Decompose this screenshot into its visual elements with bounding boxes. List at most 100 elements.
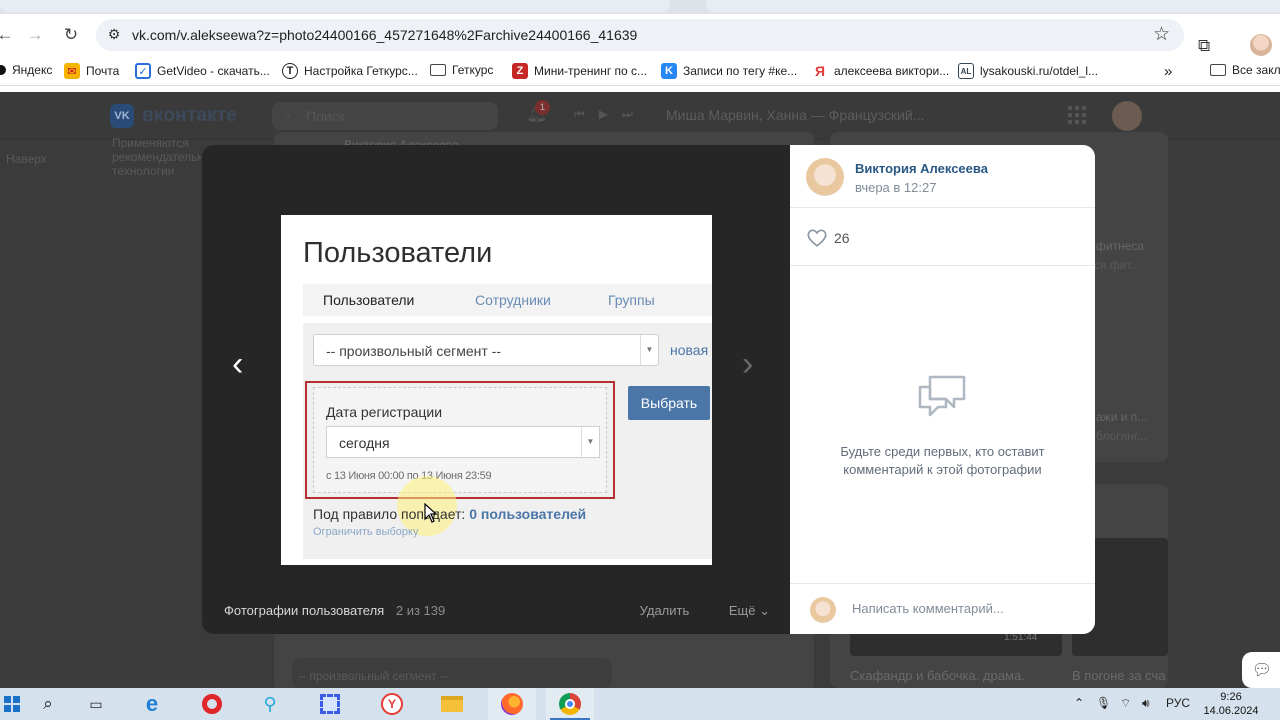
photo-tab-groups: Группы [608, 292, 655, 308]
tray-overflow-icon[interactable]: ⌃ [1074, 696, 1084, 710]
date-filter-select: сегодня ▼ [326, 426, 600, 458]
now-playing[interactable]: Миша Марвин, Ханна — Французский... [666, 107, 924, 123]
site-settings-icon[interactable]: ⚙ [106, 26, 122, 42]
chevron-down-icon: ▼ [581, 427, 599, 457]
bookmark-label: lysakouski.ru/otdel_l... [980, 64, 1099, 78]
bookmark-item[interactable]: K Записи по тегу #ке... [661, 63, 797, 79]
date-select-value: сегодня [339, 435, 390, 451]
back-icon[interactable]: ← [0, 22, 18, 48]
bookmark-star-icon[interactable]: ☆ [1153, 23, 1170, 46]
photo-page-title: Пользователи [303, 237, 493, 269]
photo-image[interactable]: Пользователи Пользователи Сотрудники Гру… [281, 215, 712, 565]
browser-tab[interactable] [706, 0, 1280, 12]
language-indicator[interactable]: РУС [1166, 696, 1190, 710]
task-view-icon[interactable]: ▭ [72, 688, 120, 720]
bookmark-item[interactable]: Яндекс [0, 63, 52, 77]
volume-icon[interactable]: 🔊︎ [1142, 696, 1150, 711]
file-explorer-icon[interactable] [428, 688, 476, 720]
more-bookmarks-icon[interactable]: » [1164, 63, 1172, 80]
reload-icon[interactable]: ↻ [58, 22, 84, 48]
windows-logo-icon [4, 696, 20, 712]
bookmark-item[interactable]: T Настройка Геткурс... [282, 63, 418, 79]
author-name[interactable]: Виктория Алексеева [855, 161, 988, 176]
red-highlight-frame: Дата регистрации сегодня ▼ с 13 Июня 00:… [305, 381, 615, 499]
tab-strip [0, 0, 1280, 14]
browser-tab-active[interactable] [0, 0, 670, 12]
clock-time: 9:26 [1220, 691, 1242, 703]
player-controls[interactable]: ⏮▶⏭ [574, 107, 647, 122]
comment-input[interactable]: Написать комментарий... [852, 601, 1004, 616]
bookmark-item[interactable]: AL lysakouski.ru/otdel_l... [958, 63, 1098, 79]
limit-selection-link: Ограничить выборку [313, 526, 419, 538]
messages-bubble-icon[interactable]: 💬︎ [1242, 652, 1280, 688]
bookmarks-bar: Яндекс ✉ Почта ✓ GetVideo - скачать... T… [0, 58, 1280, 86]
date-filter-block: Дата регистрации сегодня ▼ с 13 Июня 00:… [313, 387, 607, 493]
album-link[interactable]: Фотографии пользователя [224, 603, 384, 618]
forward-icon[interactable]: → [22, 22, 48, 48]
start-button[interactable] [0, 688, 24, 720]
bookmark-folder[interactable]: Геткурс [430, 63, 493, 77]
bookmark-label: Записи по тегу #ке... [683, 64, 798, 78]
bookmark-label: Геткурс [452, 63, 494, 77]
wifi-icon[interactable]: ⌔ [1120, 696, 1131, 711]
all-bookmarks[interactable]: Все закл [1210, 63, 1280, 77]
bg-text: Применяются [112, 136, 189, 150]
browser-toolbar: ← → ↻ ⚙ vk.com/v.alekseewa?z=photo244001… [0, 14, 1280, 58]
rule-count: 0 пользователей [469, 506, 587, 522]
bg-text: ажи и п... [1096, 410, 1148, 424]
yandex-browser-icon[interactable]: Y [368, 688, 416, 720]
profile-avatar[interactable] [1250, 34, 1272, 56]
next-photo-icon[interactable]: › [742, 347, 753, 381]
address-bar[interactable]: ⚙ vk.com/v.alekseewa?z=photo24400166_457… [96, 19, 1184, 51]
date-filter-label: Дата регистрации [326, 404, 443, 420]
url-text[interactable]: vk.com/v.alekseewa?z=photo24400166_45727… [132, 27, 637, 43]
chrome-icon[interactable] [546, 688, 594, 720]
search-icon: ⌕ [284, 108, 292, 123]
bookmark-label: Яндекс [12, 63, 53, 77]
taskbar-clock[interactable]: 9:26 14.06.2024 [1200, 690, 1262, 718]
bg-text: фитнеса [1096, 239, 1145, 253]
bookmark-label: Все закл [1232, 63, 1280, 77]
photo-side-panel: Виктория Алексеева вчера в 12:27 26 Будь… [790, 145, 1095, 634]
opera-icon[interactable] [188, 688, 236, 720]
notifications-bell-icon[interactable]: 🔔︎ 1 [526, 100, 550, 126]
twinkle-tray-icon[interactable]: ⚲ [246, 688, 294, 720]
delete-button[interactable]: Удалить [640, 603, 690, 618]
snipping-tool-icon[interactable] [306, 688, 354, 720]
vk-search-input[interactable]: ⌕ Поиск [272, 102, 498, 130]
divider [790, 583, 1095, 584]
bg-text: В погоне за сча [1072, 668, 1166, 683]
mouse-cursor-icon [424, 503, 438, 523]
extensions-icon[interactable]: ⧉ [1198, 36, 1210, 56]
bookmark-item[interactable]: ✉ Почта [64, 63, 119, 79]
author-avatar[interactable] [806, 158, 844, 196]
notification-badge: 1 [535, 100, 550, 115]
microphone-icon[interactable]: 🎙︎ [1096, 696, 1111, 710]
clock-date: 14.06.2024 [1203, 705, 1259, 717]
more-label: Ещё [728, 603, 756, 618]
like-button[interactable]: 26 [806, 227, 850, 249]
firefox-icon[interactable] [488, 688, 536, 720]
photo-segment-select: -- произвольный сегмент -- ▼ [313, 334, 659, 366]
heart-icon [807, 229, 827, 247]
taskbar-search-icon[interactable]: ⌕ [24, 688, 72, 720]
bookmark-label: Настройка Геткурс... [304, 64, 418, 78]
bg-text: -- произвольный сегмент -- [298, 669, 448, 683]
bookmark-item[interactable]: ✓ GetVideo - скачать... [135, 63, 270, 79]
more-button[interactable]: Ещё ⌄ [711, 603, 770, 618]
bg-text: Скафандр и бабочка. драма. [850, 668, 1025, 683]
bookmark-label: Мини-тренинг по с... [534, 64, 648, 78]
vk-icon: K [661, 63, 677, 79]
bookmark-item[interactable]: Я алексеева виктори... [812, 63, 949, 79]
photo-filter-area: -- произвольный сегмент -- ▼ новая Дата … [303, 323, 712, 559]
bookmark-item[interactable]: Z Мини-тренинг по с... [512, 63, 647, 79]
vk-user-avatar[interactable] [1112, 101, 1142, 131]
getcourse-icon: T [282, 63, 298, 79]
commenter-avatar [810, 597, 836, 623]
post-time[interactable]: вчера в 12:27 [855, 180, 936, 195]
vk-logo[interactable]: VK вконтакте [110, 104, 237, 128]
comments-empty-icon [918, 375, 966, 417]
prev-photo-icon[interactable]: ‹ [232, 347, 243, 381]
apps-grid-icon[interactable] [1068, 106, 1086, 124]
edge-icon[interactable]: e [128, 688, 176, 720]
